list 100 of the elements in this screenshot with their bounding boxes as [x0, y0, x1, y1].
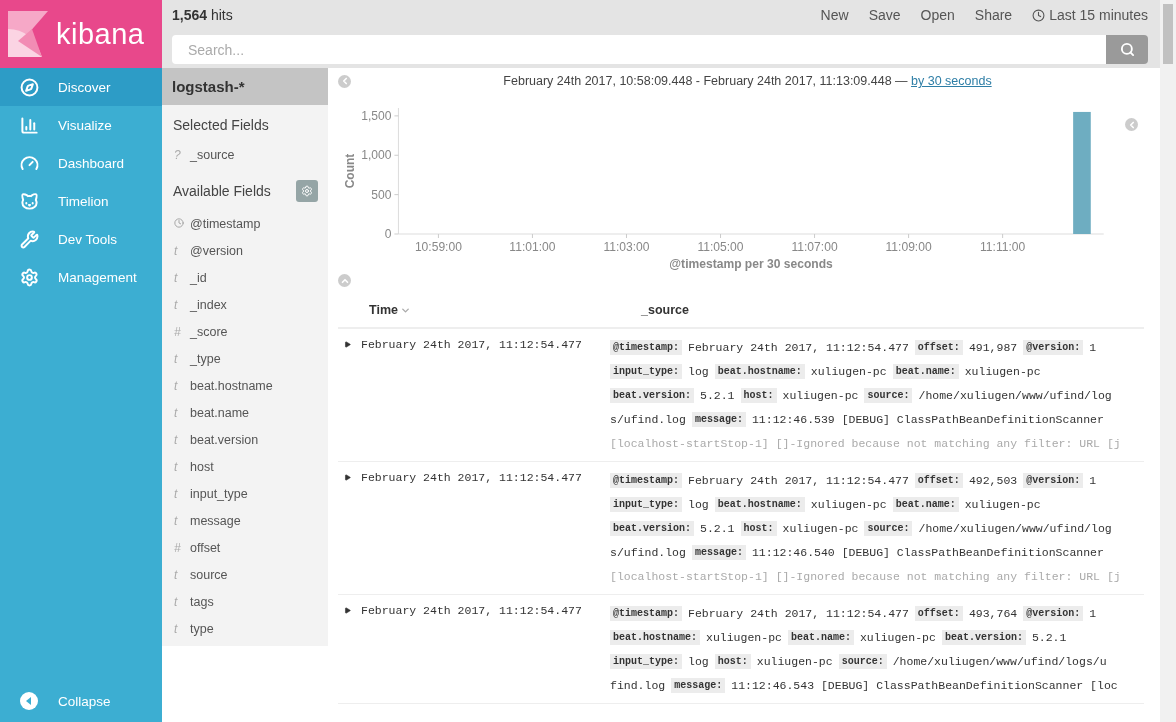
search-icon — [1119, 42, 1135, 57]
field-item[interactable]: # offset — [162, 534, 328, 561]
field-item[interactable]: t beat.name — [162, 399, 328, 426]
field-key: beat.name: — [787, 629, 854, 645]
field-type-icon: t — [174, 567, 190, 582]
field-type-icon: t — [174, 378, 190, 393]
field-value: xuliugen-pc — [782, 521, 859, 535]
y-tick-label: 1,500 — [361, 108, 392, 123]
field-type-icon: t — [174, 405, 190, 420]
field-type-icon: t — [174, 297, 190, 312]
time-cell: February 24th 2017, 11:12:54.477 — [361, 338, 582, 351]
field-item[interactable]: ? _source — [162, 141, 328, 168]
section-title: Selected Fields — [173, 117, 269, 133]
hits-count: 1,564 hits — [172, 7, 233, 23]
field-value: 5.2.1 — [700, 388, 735, 402]
field-item[interactable]: t tags — [162, 588, 328, 615]
compass-icon — [19, 77, 39, 97]
field-item[interactable]: t host — [162, 453, 328, 480]
field-item[interactable]: t beat.hostname — [162, 372, 328, 399]
field-key: message: — [691, 411, 746, 427]
field-value: xuliugen-pc — [964, 364, 1041, 378]
field-item[interactable]: t input_type — [162, 480, 328, 507]
field-item[interactable]: t _type — [162, 345, 328, 372]
x-tick-label: 11:09:00 — [885, 240, 932, 254]
field-key: beat.hostname: — [714, 363, 805, 379]
field-item[interactable]: # _score — [162, 318, 328, 345]
field-key: source: — [864, 520, 913, 536]
field-value: February 24th 2017, 11:12:54.477 — [688, 473, 909, 487]
expand-button[interactable] — [344, 341, 351, 348]
time-picker[interactable]: Last 15 minutes — [1032, 7, 1148, 23]
bar-chart-icon — [19, 115, 39, 135]
column-header[interactable]: Time — [369, 303, 641, 317]
menu-link[interactable]: Save — [868, 7, 901, 23]
expand-button[interactable] — [344, 474, 351, 481]
field-value: xuliugen-pc — [706, 630, 782, 644]
field-key: input_type: — [610, 496, 682, 512]
cat-icon — [19, 191, 39, 211]
field-value: [localhost-startStop-1] []-Ignored because not matching any filter: URL [j — [610, 436, 1121, 450]
gauge-icon — [19, 153, 39, 173]
field-key: host: — [740, 520, 777, 536]
field-item[interactable]: t @version — [162, 237, 328, 264]
field-key: @timestamp: — [610, 472, 682, 488]
x-tick-label: 11:07:00 — [791, 240, 838, 254]
y-tick-label: 1,000 — [361, 148, 392, 163]
search-button[interactable] — [1106, 35, 1148, 64]
menu-link[interactable]: New — [820, 7, 849, 23]
clock-icon — [174, 217, 184, 228]
field-value: s/ufind.log — [610, 412, 686, 426]
x-tick-label: 11:11:00 — [980, 240, 1026, 254]
index-pattern[interactable]: logstash-* — [162, 68, 328, 105]
field-value: xuliugen-pc — [859, 630, 936, 644]
field-value: February 24th 2017, 11:12:54.477 — [688, 606, 909, 620]
time-cell: February 24th 2017, 11:12:54.477 — [361, 604, 582, 617]
field-type-icon: # — [174, 324, 190, 339]
field-type-icon: t — [174, 351, 190, 366]
x-axis-label: @timestamp per 30 seconds — [669, 257, 833, 271]
logo-text: kibana — [56, 17, 145, 51]
field-type-icon: # — [174, 540, 190, 555]
clock-icon — [1032, 8, 1046, 22]
field-value: find.log — [610, 678, 666, 692]
histogram-bar[interactable] — [1073, 111, 1091, 234]
menu-link[interactable]: Share — [974, 7, 1013, 23]
field-item[interactable]: @timestamp — [162, 210, 328, 237]
field-value: 1 — [1089, 473, 1097, 487]
field-key: beat.version: — [610, 387, 694, 403]
field-type-icon: t — [174, 594, 190, 609]
field-item[interactable]: t _id — [162, 264, 328, 291]
field-value: 5.2.1 — [700, 521, 735, 535]
field-key: beat.hostname: — [610, 629, 700, 645]
logo-icon — [8, 11, 48, 57]
y-axis-label: Count — [343, 153, 358, 189]
field-value: 11:12:46.543 [DEBUG] ClassPathBeanDefinitionScanner [loc — [731, 678, 1118, 692]
gear-icon — [301, 185, 313, 197]
time-cell: February 24th 2017, 11:12:54.477 — [361, 471, 582, 484]
field-key: input_type: — [610, 653, 682, 669]
search-field[interactable]: Search... — [172, 35, 1106, 64]
field-item[interactable]: t _index — [162, 291, 328, 318]
y-tick-label: 500 — [371, 187, 392, 202]
field-item[interactable]: t source — [162, 561, 328, 588]
settings-button[interactable] — [296, 180, 318, 202]
field-key: host: — [714, 653, 751, 669]
field-value: xuliugen-pc — [810, 364, 887, 378]
field-type-icon: t — [174, 432, 190, 447]
scrollbar[interactable] — [1160, 0, 1176, 722]
field-value: /home/xuliugen/www/ufind/logs/u — [892, 654, 1107, 668]
collapse-button[interactable] — [1125, 118, 1138, 131]
field-key: message: — [671, 677, 726, 693]
field-item[interactable]: t type — [162, 615, 328, 642]
column-header[interactable]: _source — [641, 303, 689, 317]
field-key: source: — [838, 653, 887, 669]
menu-link[interactable]: Open — [920, 7, 955, 23]
field-item[interactable]: t beat.version — [162, 426, 328, 453]
field-value: /home/xuliugen/www/ufind/log — [918, 521, 1112, 535]
collapse-button[interactable] — [338, 74, 351, 88]
field-item[interactable]: t message — [162, 507, 328, 534]
collapse-button[interactable] — [338, 274, 351, 287]
expand-button[interactable] — [344, 607, 351, 614]
interval-link[interactable]: by 30 seconds — [911, 74, 992, 88]
field-key: offset: — [914, 605, 963, 621]
gear-icon — [19, 267, 39, 287]
